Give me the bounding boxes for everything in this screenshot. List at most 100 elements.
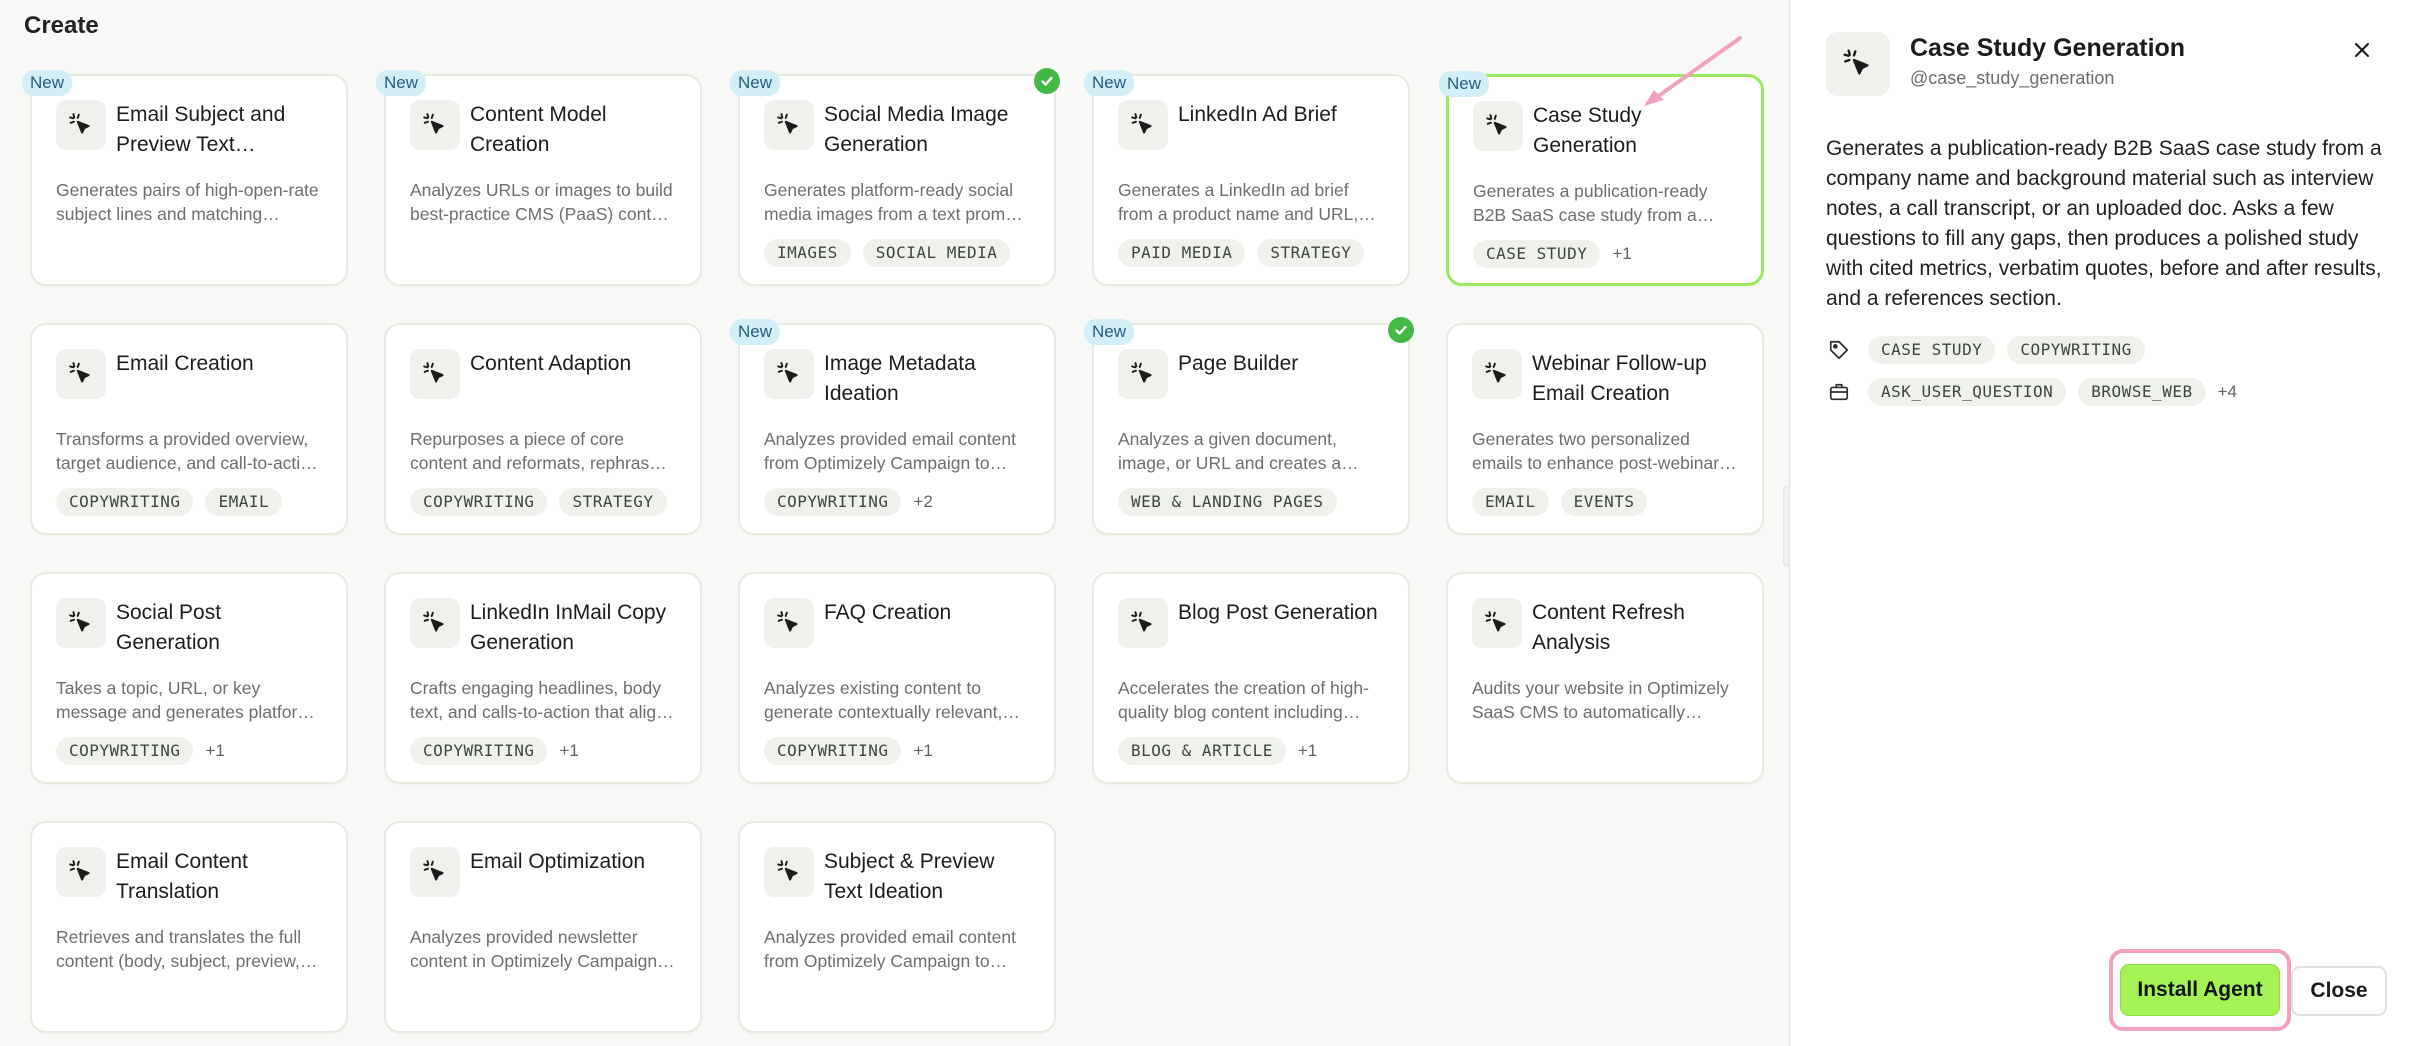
card-tags	[56, 985, 322, 1015]
card-tags: COPYWRITING +2	[764, 487, 1030, 517]
card-title: Content Adaption	[470, 352, 632, 375]
agent-card[interactable]: Social Post Generation Takes a topic, UR…	[30, 572, 348, 784]
agent-icon	[764, 349, 814, 399]
more-tags-count: +1	[559, 741, 579, 760]
card-description: Transforms a provided overview, target a…	[56, 429, 320, 473]
card-title: Image Metadata Ideation	[824, 352, 976, 405]
tools-more-count[interactable]: +4	[2218, 382, 2237, 402]
agent-icon	[764, 100, 814, 150]
card-tags	[764, 985, 1030, 1015]
agent-card[interactable]: Case Study Generation Generates a public…	[1439, 71, 1764, 286]
card-title: Page Builder	[1178, 352, 1299, 375]
card-tags: PAID MEDIA STRATEGY	[1118, 238, 1384, 268]
close-icon[interactable]	[2346, 34, 2378, 66]
tool-tags: ASK_USER_QUESTION BROWSE_WEB +4	[1826, 378, 2237, 406]
new-badge: New	[376, 70, 427, 96]
agent-card[interactable]: Subject & Preview Text Ideation Analyzes…	[738, 821, 1056, 1033]
agent-icon	[1118, 598, 1168, 648]
agent-card[interactable]: Content Refresh Analysis Audits your web…	[1446, 572, 1764, 784]
card-description: Generates pairs of high-open-rate subjec…	[56, 180, 319, 224]
card-tags: EMAIL EVENTS	[1472, 487, 1738, 517]
card-description: Generates platform-ready social media im…	[764, 180, 1020, 224]
category-tag: STRATEGY	[1257, 239, 1365, 267]
new-badge: New	[1084, 319, 1135, 345]
agent-card[interactable]: Webinar Follow-up Email Creation Generat…	[1446, 323, 1764, 535]
more-tags-count: +1	[205, 741, 225, 760]
card-title: FAQ Creation	[824, 601, 952, 624]
card-title: LinkedIn Ad Brief	[1178, 103, 1337, 126]
card-title: Social Post Generation	[116, 601, 222, 654]
card-title: Email Optimization	[470, 850, 646, 873]
agent-icon	[1118, 349, 1168, 399]
card-tags: IMAGES SOCIAL MEDIA	[764, 238, 1030, 268]
agent-icon	[410, 598, 460, 648]
agent-card[interactable]: Content Adaption Repurposes a piece of c…	[384, 323, 702, 535]
agent-detail-panel: Case Study Generation @case_study_genera…	[1789, 0, 2418, 1046]
card-description: Repurposes a piece of core content and r…	[410, 429, 668, 473]
card-description: Audits your website in Optimizely SaaS C…	[1472, 678, 1729, 722]
category-tag: COPYWRITING	[2007, 336, 2145, 364]
category-tag: COPYWRITING	[764, 488, 902, 516]
card-description: Analyzes a given document, image, or URL…	[1118, 429, 1342, 473]
agent-icon	[1472, 598, 1522, 648]
card-title: Case Study Generation	[1533, 104, 1642, 157]
category-tag: EMAIL	[1472, 488, 1549, 516]
agent-card[interactable]: Image Metadata Ideation Analyzes provide…	[730, 319, 1056, 535]
agent-icon	[410, 349, 460, 399]
category-tag: COPYWRITING	[764, 737, 902, 765]
card-description: Analyzes provided email content from Opt…	[764, 927, 1016, 971]
install-agent-button[interactable]: Install Agent	[2120, 964, 2280, 1016]
card-description: Analyzes existing content to generate co…	[764, 678, 1003, 722]
check-icon	[1388, 317, 1414, 343]
agent-icon	[764, 598, 814, 648]
category-tag: STRATEGY	[559, 488, 667, 516]
card-title: Email Creation	[116, 352, 254, 375]
category-tag: EVENTS	[1560, 488, 1648, 516]
agent-card[interactable]: Social Media Image Generation Generates …	[730, 68, 1060, 286]
card-tags	[1472, 736, 1738, 766]
category-tag: BLOG & ARTICLE	[1118, 737, 1286, 765]
agent-icon	[1473, 101, 1523, 151]
card-title: Email Content Translation	[116, 850, 248, 903]
agent-card[interactable]: Email Content Translation Retrieves and …	[30, 821, 348, 1033]
agent-handle: @case_study_generation	[1910, 68, 2115, 88]
card-tags: BLOG & ARTICLE +1	[1118, 736, 1384, 766]
agent-card[interactable]: Email Subject and Preview Text Generatio…	[22, 70, 348, 286]
new-badge: New	[1084, 70, 1135, 96]
agent-icon	[1118, 100, 1168, 150]
card-tags: CASE STUDY +1	[1473, 239, 1737, 269]
agent-card[interactable]: Email Optimization Analyzes provided new…	[384, 821, 702, 1033]
agent-card[interactable]: LinkedIn Ad Brief Generates a LinkedIn a…	[1084, 70, 1410, 286]
agent-card[interactable]: Blog Post Generation Accelerates the cre…	[1092, 572, 1410, 784]
card-tags: COPYWRITING +1	[764, 736, 1030, 766]
card-description: Generates a publication-ready B2B SaaS c…	[1473, 181, 1708, 225]
card-title: Webinar Follow-up Email Creation	[1532, 352, 1707, 405]
card-title: Content Model Creation	[470, 103, 607, 156]
card-description: Crafts engaging headlines, body text, an…	[410, 678, 666, 722]
card-title: Content Refresh Analysis	[1532, 601, 1685, 654]
category-tag: PAID MEDIA	[1118, 239, 1246, 267]
page-title: Create	[24, 12, 99, 39]
card-tags	[410, 238, 676, 268]
card-tags: COPYWRITING STRATEGY	[410, 487, 676, 517]
card-title: Email Subject and Preview Text Generatio…	[116, 103, 286, 156]
card-title: Subject & Preview Text Ideation	[824, 850, 995, 903]
card-description: Accelerates the creation of high-quality…	[1118, 678, 1369, 722]
category-tag: COPYWRITING	[410, 488, 548, 516]
agent-card[interactable]: Page Builder Analyzes a given document, …	[1084, 317, 1414, 535]
close-button[interactable]: Close	[2291, 966, 2387, 1016]
new-badge: New	[730, 70, 781, 96]
agent-description: Generates a publication-ready B2B SaaS c…	[1826, 137, 2382, 310]
card-description: Analyzes provided email content from Opt…	[764, 429, 1016, 473]
card-title: Blog Post Generation	[1178, 601, 1378, 624]
agent-card[interactable]: Content Model Creation Analyzes URLs or …	[376, 70, 702, 286]
category-tag: WEB & LANDING PAGES	[1118, 488, 1337, 516]
panel-title: Case Study Generation	[1910, 34, 2186, 62]
category-tag: IMAGES	[764, 239, 851, 267]
card-title: Social Media Image Generation	[824, 103, 1009, 156]
agent-card[interactable]: Email Creation Transforms a provided ove…	[30, 323, 348, 535]
more-tags-count: +1	[1297, 741, 1318, 760]
agent-card[interactable]: FAQ Creation Analyzes existing content t…	[738, 572, 1056, 784]
agent-card[interactable]: LinkedIn InMail Copy Generation Crafts e…	[384, 572, 702, 784]
agent-gallery: Create Email Subject and Preview Text Ge…	[0, 0, 1788, 1046]
